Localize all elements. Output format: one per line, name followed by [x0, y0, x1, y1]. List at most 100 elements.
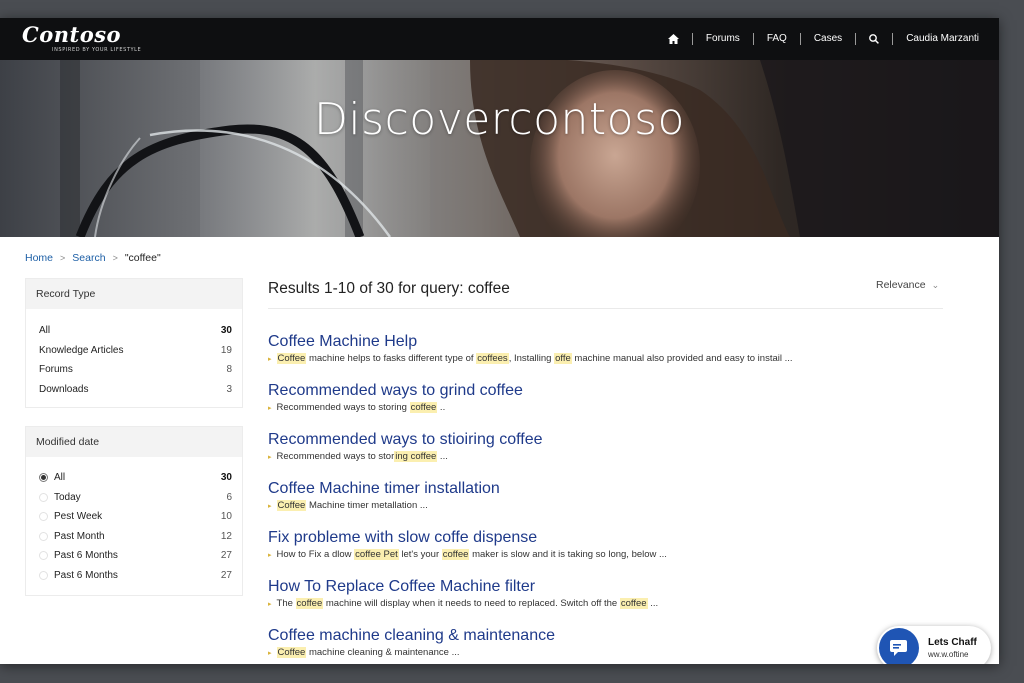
- sort-dropdown[interactable]: Relevance ⌄: [876, 279, 939, 291]
- filter-count: 10: [220, 511, 232, 523]
- filter-date-past-week[interactable]: Pest Week 10: [26, 507, 242, 527]
- filter-date-today[interactable]: Today 6: [26, 488, 242, 508]
- filter-date-past-6-months[interactable]: Past 6 Months 27: [26, 566, 242, 586]
- filter-count: 6: [226, 491, 232, 503]
- modified-date-title: Modified date: [26, 427, 242, 457]
- filter-label: Downloads: [39, 383, 89, 395]
- filter-record-knowledge-articles[interactable]: Knowledge Articles 19: [26, 341, 242, 361]
- bullet-icon: ▸: [268, 649, 272, 657]
- filter-record-forums[interactable]: Forums 8: [26, 360, 242, 380]
- search-result: Recommended ways to stioiring coffee ▸ Rec…: [268, 430, 948, 462]
- snippet-text: machine cleaning & maintenance ...: [306, 647, 460, 658]
- filter-label: Past Month: [54, 530, 105, 542]
- chat-title: Lets Chaff: [928, 637, 977, 648]
- filter-label: Past 6 Months: [54, 569, 118, 581]
- filter-label: Knowledge Articles: [39, 344, 124, 356]
- filter-label: All: [54, 472, 66, 484]
- snippet-text: machine manual also provided and easy to…: [571, 353, 793, 364]
- nav-forums-link[interactable]: Forums: [693, 33, 753, 45]
- result-title-link[interactable]: Coffee Machine Help: [268, 332, 948, 351]
- radio-icon[interactable]: [39, 570, 48, 580]
- bullet-icon: ▸: [268, 551, 272, 559]
- breadcrumb-search-link[interactable]: Search: [72, 252, 105, 264]
- search-result: Coffee machine cleaning & maintenance ▸ Co…: [268, 626, 948, 658]
- result-snippet: ▸ Recommended ways to storing coffee ...: [268, 451, 948, 462]
- home-icon[interactable]: [655, 34, 692, 44]
- filter-count: 3: [226, 383, 232, 395]
- search-result: Coffee Machine timer installation ▸ Coffee…: [268, 479, 948, 511]
- record-type-filter: Record Type All 30 Knowledge Articles 19…: [25, 278, 243, 408]
- filter-date-all[interactable]: All 30: [26, 468, 242, 488]
- bullet-icon: ▸: [268, 453, 272, 461]
- query-highlight: Coffee: [276, 647, 307, 658]
- breadcrumb-home-link[interactable]: Home: [25, 252, 53, 264]
- radio-icon[interactable]: [39, 551, 48, 561]
- chat-icon[interactable]: [879, 628, 919, 664]
- logo-tagline: INSPIRED BY YOUR LIFESTYLE: [52, 47, 142, 53]
- query-highlight: coffee: [295, 598, 324, 609]
- query-highlight: coffee Pet: [354, 549, 399, 560]
- nav-cases-link[interactable]: Cases: [801, 33, 855, 45]
- query-highlight: Coffee: [276, 353, 307, 364]
- filter-date-past-6-months[interactable]: Past 6 Months 27: [26, 546, 242, 566]
- filter-count: 12: [220, 530, 232, 542]
- chat-widget[interactable]: Lets Chaff ww.w.oftine: [877, 626, 991, 664]
- filter-record-all[interactable]: All 30: [26, 321, 242, 341]
- filter-label: Past 6 Months: [54, 550, 118, 562]
- filter-label: Forums: [39, 364, 73, 376]
- contoso-logo[interactable]: Contoso INSPIRED BY YOUR LIFESTYLE: [22, 22, 142, 54]
- browser-page: Contoso INSPIRED BY YOUR LIFESTYLE Forum…: [0, 18, 999, 664]
- radio-icon[interactable]: [39, 531, 48, 541]
- query-highlight: Coffee: [276, 500, 307, 511]
- user-profile-menu[interactable]: Caudia Marzanti: [893, 33, 999, 45]
- chevron-right-icon: >: [60, 253, 66, 263]
- filter-count: 30: [220, 472, 232, 484]
- filter-count: 19: [220, 344, 232, 356]
- result-snippet: ▸ Coffee machine helps to fasks different…: [268, 353, 948, 364]
- result-title-link[interactable]: How To Replace Coffee Machine filter: [268, 577, 948, 596]
- hero-title: Discovercontoso: [314, 94, 685, 145]
- modified-date-filter: Modified date All 30 Today 6 Pest Week 1…: [25, 426, 243, 596]
- radio-selected-icon[interactable]: [39, 473, 48, 483]
- result-title-link[interactable]: Fix probleme with slow coffe dispense: [268, 528, 948, 547]
- bullet-icon: ▸: [268, 404, 272, 412]
- query-highlight: coffee: [619, 598, 648, 609]
- search-result: How To Replace Coffee Machine filter ▸ The…: [268, 577, 948, 609]
- snippet-text: How to Fix a dlow: [276, 549, 355, 560]
- snippet-text: maker is slow and it is taking so long, …: [469, 549, 667, 560]
- nav-faq-link[interactable]: FAQ: [754, 33, 800, 45]
- filter-count: 30: [220, 325, 232, 337]
- query-highlight: offe: [554, 353, 572, 364]
- snippet-text: let's your: [398, 549, 442, 560]
- result-title-link[interactable]: Recommended ways to stioiring coffee: [268, 430, 948, 449]
- record-type-title: Record Type: [26, 279, 242, 309]
- result-title-link[interactable]: Recommended ways to grind coffee: [268, 381, 948, 400]
- result-snippet: ▸ Coffee machine cleaning & maintenance .…: [268, 647, 948, 658]
- filter-label: Today: [54, 491, 81, 503]
- result-title-link[interactable]: Coffee machine cleaning & maintenance: [268, 626, 948, 645]
- snippet-text: Recommended ways to storing: [276, 402, 410, 413]
- filter-label: Pest Week: [54, 511, 103, 523]
- filter-record-downloads[interactable]: Downloads 3: [26, 380, 242, 400]
- hero-banner: Discovercontoso: [0, 60, 999, 237]
- snippet-text: Recommended ways to stor: [276, 451, 395, 462]
- snippet-text: machine will display when it needs to ne…: [323, 598, 620, 609]
- result-title-link[interactable]: Coffee Machine timer installation: [268, 479, 948, 498]
- bullet-icon: ▸: [268, 502, 272, 510]
- divider: [268, 308, 943, 309]
- filter-count: 27: [220, 569, 232, 581]
- radio-icon[interactable]: [39, 512, 48, 522]
- filter-date-past-month[interactable]: Past Month 12: [26, 527, 242, 547]
- radio-icon[interactable]: [39, 492, 48, 502]
- snippet-text: , Installing: [508, 353, 555, 364]
- chevron-right-icon: >: [112, 253, 118, 263]
- filter-label: All: [39, 325, 51, 337]
- result-snippet: ▸ Recommended ways to storing coffee ..: [268, 402, 948, 413]
- query-highlight: coffee: [409, 402, 438, 413]
- logo-wordmark: Contoso: [22, 22, 122, 47]
- main-nav: Forums FAQ Cases Caudia Marzanti: [655, 18, 999, 60]
- snippet-text: Machine timer metallation ...: [306, 500, 428, 511]
- result-snippet: ▸ The coffee machine will display when it…: [268, 598, 948, 609]
- breadcrumb: Home > Search > "coffee": [25, 252, 161, 264]
- search-icon[interactable]: [856, 34, 892, 44]
